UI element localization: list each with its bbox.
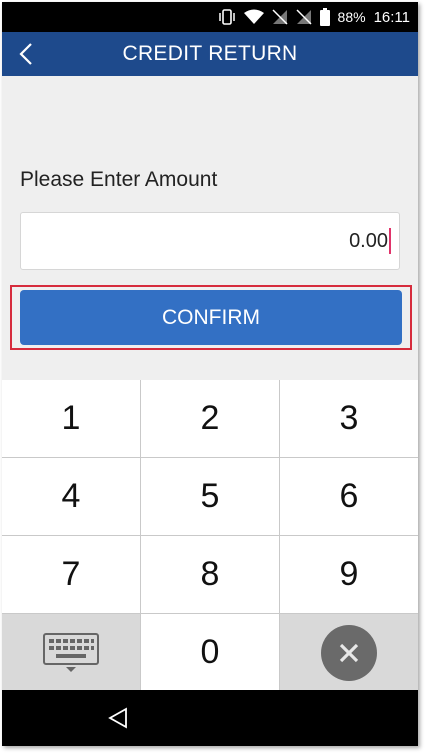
key-6[interactable]: 6 [280,458,418,535]
nav-back-icon[interactable] [106,706,130,730]
keyboard-icon [43,632,99,672]
key-3[interactable]: 3 [280,380,418,457]
keyboard-toggle-button[interactable] [2,614,140,691]
app-bar: CREDIT RETURN [2,32,418,76]
key-7[interactable]: 7 [2,536,140,613]
wifi-icon [243,9,264,25]
navigation-bar [2,690,418,746]
no-sim-icon [272,9,288,25]
confirm-button[interactable]: CONFIRM [20,290,402,345]
key-5[interactable]: 5 [141,458,279,535]
amount-value: 0.00 [349,229,388,252]
no-sim-icon [296,9,312,25]
key-0[interactable]: 0 [141,614,279,691]
key-2[interactable]: 2 [141,380,279,457]
amount-prompt: Please Enter Amount [20,168,218,191]
key-8[interactable]: 8 [141,536,279,613]
battery-icon [319,8,330,26]
clock: 16:11 [373,8,410,26]
clear-icon [321,624,377,681]
chevron-left-icon [19,43,32,65]
key-1[interactable]: 1 [2,380,140,457]
battery-percent: 88% [337,9,366,25]
phone-screen: 88% 16:11 CREDIT RETURN Please Enter Amo… [2,2,418,746]
key-9[interactable]: 9 [280,536,418,613]
page-title: CREDIT RETURN [122,42,298,65]
text-caret [389,228,391,254]
numeric-keypad: 1 2 3 4 5 6 7 8 9 0 [2,380,418,691]
key-4[interactable]: 4 [2,458,140,535]
back-button[interactable] [8,36,44,72]
vibrate-icon [218,9,236,25]
amount-input[interactable]: 0.00 [20,212,400,270]
clear-button[interactable] [280,614,418,691]
status-bar: 88% 16:11 [2,2,418,32]
